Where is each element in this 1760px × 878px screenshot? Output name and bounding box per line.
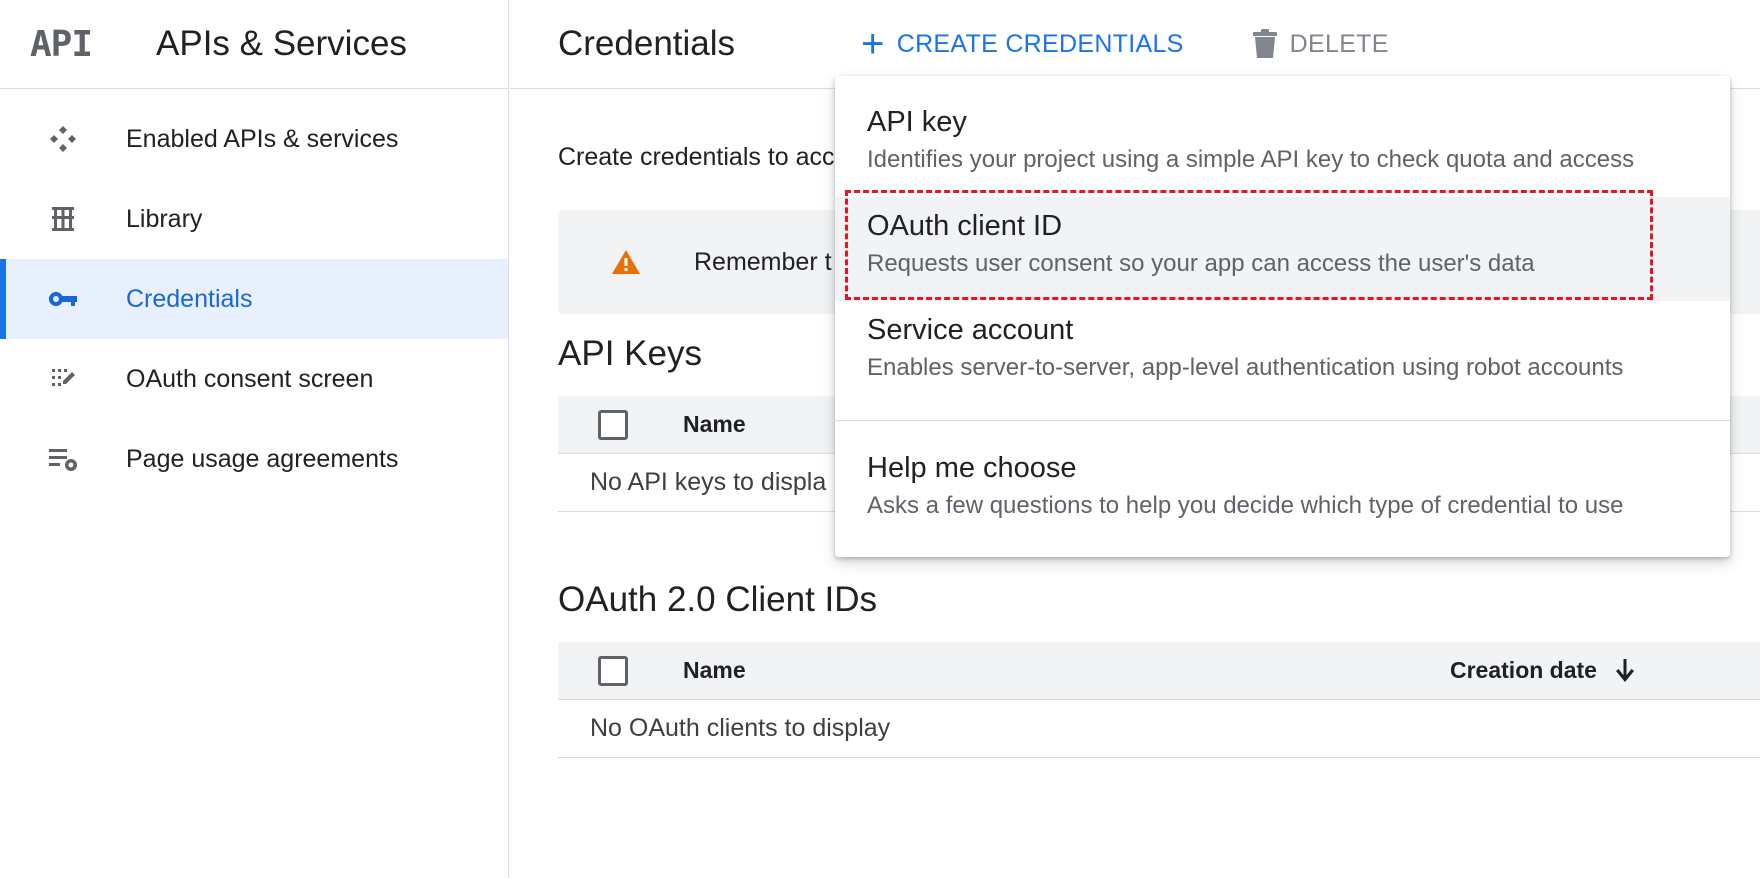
delete-label: DELETE	[1289, 29, 1389, 58]
product-title: APIs & Services	[156, 24, 407, 63]
menu-item-help-me-choose[interactable]: Help me choose Asks a few questions to h…	[835, 450, 1730, 530]
page-title: Credentials	[558, 24, 736, 63]
menu-item-service-account[interactable]: Service account Enables server-to-server…	[835, 312, 1730, 392]
oauth-table-header: Name Creation date	[558, 642, 1760, 700]
oauth-empty-state: No OAuth clients to display	[558, 700, 1760, 758]
sidebar: API APIs & Services Enabled APIs & servi…	[0, 0, 509, 878]
api-keys-title: API Keys	[558, 334, 702, 373]
consent-screen-icon	[43, 359, 83, 399]
sidebar-item-label: Credentials	[126, 284, 253, 313]
api-logo: API	[30, 23, 93, 65]
warning-icon	[611, 249, 641, 275]
menu-item-description: Asks a few questions to help you decide …	[867, 492, 1624, 519]
sidebar-item-label: Page usage agreements	[126, 444, 399, 473]
sidebar-header: API APIs & Services	[0, 0, 508, 89]
menu-item-title: OAuth client ID	[867, 210, 1063, 242]
sidebar-item-credentials[interactable]: Credentials	[0, 259, 508, 339]
sidebar-item-oauth-consent[interactable]: OAuth consent screen	[0, 339, 508, 419]
delete-button[interactable]: DELETE	[1252, 29, 1389, 59]
menu-item-title: API key	[867, 106, 967, 138]
sidebar-item-library[interactable]: Library	[0, 179, 508, 259]
intro-text: Create credentials to acc	[558, 143, 835, 171]
select-all-oauth-checkbox[interactable]	[598, 655, 628, 686]
menu-item-oauth-client-id[interactable]: OAuth client ID Requests user consent so…	[835, 197, 1730, 301]
menu-item-description: Enables server-to-server, app-level auth…	[867, 354, 1624, 381]
sidebar-item-label: Enabled APIs & services	[126, 124, 399, 153]
column-header-name: Name	[683, 657, 746, 683]
menu-item-title: Service account	[867, 314, 1074, 346]
sidebar-item-label: OAuth consent screen	[126, 364, 374, 393]
sidebar-item-label: Library	[126, 204, 203, 233]
oauth-client-ids-title: OAuth 2.0 Client IDs	[558, 580, 878, 619]
menu-item-description: Identifies your project using a simple A…	[867, 146, 1635, 173]
plus-icon: +	[861, 22, 885, 66]
menu-item-description: Requests user consent so your app can ac…	[867, 250, 1535, 277]
sidebar-item-page-usage[interactable]: Page usage agreements	[0, 419, 508, 499]
settings-list-icon	[43, 439, 83, 479]
menu-divider	[835, 420, 1730, 421]
app-window: API APIs & Services Enabled APIs & servi…	[0, 0, 1760, 878]
trash-icon	[1252, 29, 1278, 59]
menu-item-api-key[interactable]: API key Identifies your project using a …	[835, 104, 1730, 184]
sidebar-nav: Enabled APIs & services Library Credenti…	[0, 89, 508, 499]
alert-text: Remember t	[694, 247, 832, 276]
arrow-down-icon[interactable]	[1613, 658, 1637, 684]
create-credentials-label: CREATE CREDENTIALS	[896, 29, 1184, 58]
create-credentials-menu: API key Identifies your project using a …	[835, 76, 1730, 557]
column-header-creation-date[interactable]: Creation date	[1450, 657, 1637, 684]
menu-item-title: Help me choose	[867, 452, 1077, 484]
enabled-apis-icon	[43, 119, 83, 159]
sidebar-item-enabled-apis[interactable]: Enabled APIs & services	[0, 99, 508, 179]
select-all-api-keys-checkbox[interactable]	[598, 409, 628, 440]
key-icon	[43, 279, 83, 319]
creation-date-label: Creation date	[1450, 657, 1597, 683]
create-credentials-button[interactable]: + CREATE CREDENTIALS	[861, 24, 1184, 64]
library-icon	[43, 199, 83, 239]
column-header-name: Name	[683, 411, 746, 437]
